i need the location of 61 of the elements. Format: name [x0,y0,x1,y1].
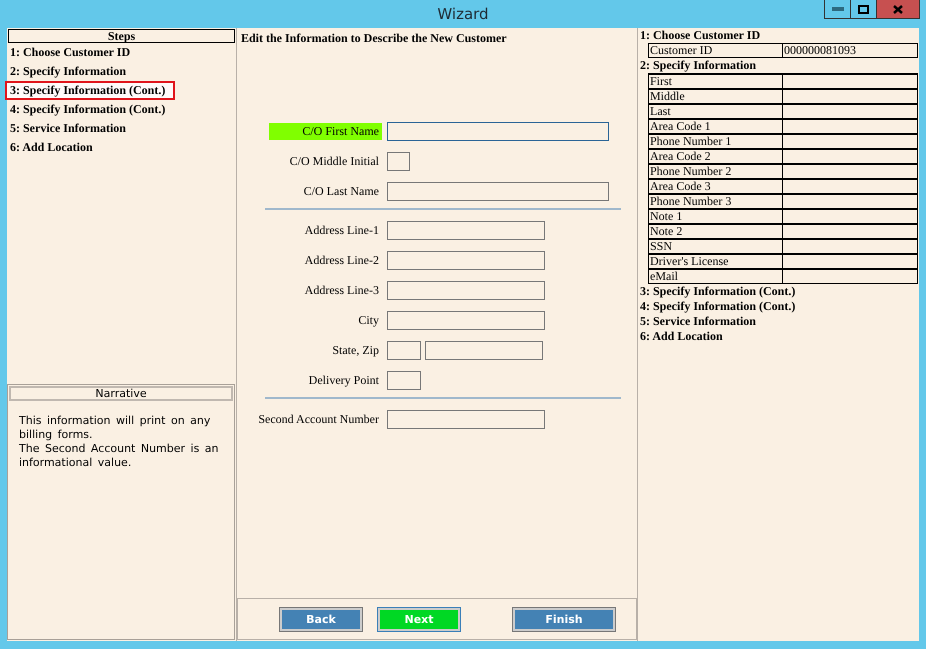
table-cell: First [648,74,782,89]
table-cell: Driver's License [648,254,782,269]
table-cell: Area Code 2 [648,149,782,164]
step-item[interactable]: 3: Specify Information (Cont.) [5,81,176,100]
table-cell: Last [648,104,782,119]
section-title: 1: Choose Customer ID [639,28,762,43]
wizard-button[interactable]: Back [280,608,362,630]
input-field[interactable] [387,410,545,428]
table-cell: Note 2 [648,224,782,239]
field-label: Address Line-1 [304,222,380,238]
panel-title: Narrative [9,386,233,401]
input-field[interactable] [425,340,543,360]
field-label: Delivery Point [308,372,380,388]
field-label: Address Line-3 [304,282,380,298]
field-label: C/O First Name [269,122,382,140]
table-cell: 000000081093 [782,44,918,58]
table-cell: SSN [648,239,782,254]
section-title: 6: Add Location [639,329,724,344]
section-title: 5: Service Information [639,314,757,329]
input-field[interactable] [387,182,609,200]
step-item[interactable]: 6: Add Location [5,138,98,157]
field-label: Second Account Number [257,410,380,428]
field-label: City [357,312,380,328]
close-button[interactable] [876,0,920,19]
section-title: 2: Specify Information [639,58,757,73]
field-label: State, Zip [331,342,380,358]
input-field[interactable] [387,220,545,240]
table-cell: Area Code 1 [648,119,782,134]
field-label: C/O Middle Initial [288,152,380,170]
wizard-button[interactable]: Finish [513,608,615,630]
input-field[interactable] [387,250,545,270]
input-field[interactable] [387,310,545,330]
table-cell: Note 1 [648,209,782,224]
section-title: 3: Specify Information (Cont.) [639,284,796,299]
input-field[interactable] [387,280,545,300]
table-cell: Phone Number 1 [648,134,782,149]
step-item[interactable]: 5: Service Information [5,119,131,138]
table-cell: Customer ID [648,44,782,58]
minimize-icon [832,7,844,11]
input-field[interactable] [387,122,609,140]
maximize-icon [858,4,869,14]
panel-title: Steps [8,29,235,43]
field-label: Address Line-2 [304,252,380,268]
table-cell: eMail [648,269,782,284]
step-item[interactable]: 4: Specify Information (Cont.) [5,100,170,119]
step-item[interactable]: 1: Choose Customer ID [5,43,136,62]
section-title: 4: Specify Information (Cont.) [639,299,796,314]
table-cell: Phone Number 2 [648,164,782,179]
narrative-text: This information will print on any billing forms. The Second Account Number is an informational value. [18,413,220,470]
table-cell: Area Code 3 [648,179,782,194]
input-field[interactable] [387,152,410,170]
input-field[interactable] [387,370,421,390]
minimize-button[interactable] [824,0,851,19]
input-field[interactable] [387,340,421,360]
table-cell: Middle [648,89,782,104]
table-cell: Phone Number 3 [648,194,782,209]
form-heading: Edit the Information to Describe the New Customer [240,30,508,47]
field-label: C/O Last Name [302,182,380,200]
step-item[interactable]: 2: Specify Information [5,62,131,81]
window-title: Wizard [437,5,489,23]
close-icon [893,4,903,14]
